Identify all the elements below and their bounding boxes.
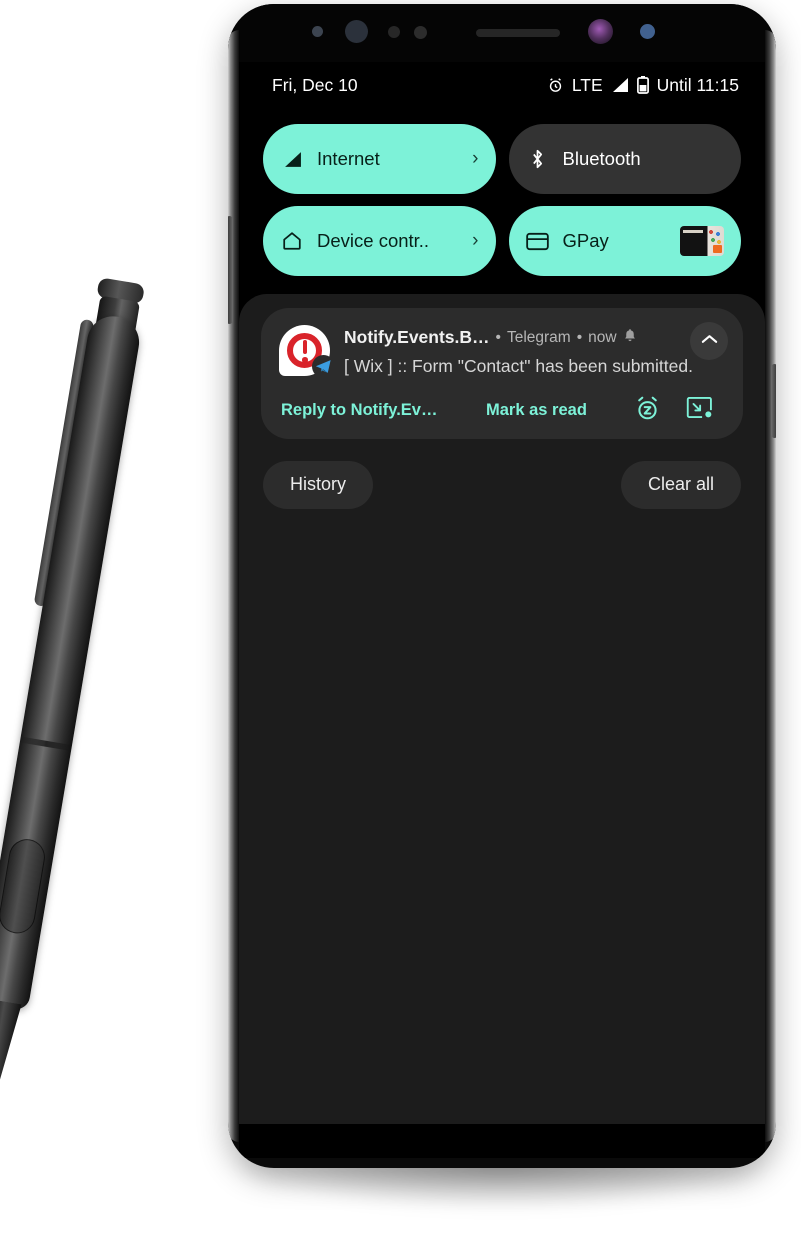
notification-content: Notify.Events.B… • Telegram • now [Wix … [344, 325, 725, 379]
home-icon [280, 230, 304, 252]
clear-all-button[interactable]: Clear all [620, 460, 741, 509]
signal-triangle-icon [280, 151, 304, 168]
light-sensor-icon [388, 26, 400, 38]
notification-snooze-button[interactable] [621, 395, 673, 427]
notification-header: Notify.Events.B… • Telegram • now [344, 327, 725, 348]
notification-header-row: Notify.Events.B… • Telegram • now [Wix … [279, 325, 725, 379]
notification-title: Notify.Events.B… [344, 327, 490, 347]
led-indicator-icon [640, 24, 655, 39]
credit-card-icon [526, 232, 550, 251]
proximity-sensor-icon [312, 26, 323, 37]
notification-time: now [588, 328, 617, 346]
status-bar: Fri, Dec 10 LTE Until 11:15 [239, 62, 765, 108]
earpiece-speaker [476, 29, 560, 37]
battery-icon [636, 76, 649, 94]
notification-bubble-button[interactable] [673, 396, 725, 425]
minimize-bubble-icon [686, 396, 713, 425]
phone-screen: Fri, Dec 10 LTE Until 11:15 Internet › B… [239, 62, 765, 1158]
separator: • [576, 328, 583, 346]
notification-actions: Reply to Notify.Ev… Mark as read [279, 395, 725, 427]
qs-tile-label: Device contr.. [317, 230, 430, 251]
qs-tile-label: GPay [562, 230, 609, 251]
notification-collapse-button[interactable] [690, 322, 728, 360]
stylus-seam [19, 736, 73, 752]
front-camera-icon [588, 19, 613, 44]
notification-app-name: Telegram [506, 328, 571, 346]
s-pen-stylus [0, 277, 240, 1165]
notification-card[interactable]: Notify.Events.B… • Telegram • now [Wix … [261, 308, 743, 439]
volume-button[interactable] [228, 216, 233, 324]
chevron-up-icon [700, 332, 719, 350]
ir-sensor-icon [414, 26, 427, 39]
power-button[interactable] [771, 364, 776, 438]
qs-tile-internet[interactable]: Internet › [263, 124, 496, 194]
phone-right-rail [765, 30, 776, 1142]
alarm-clock-icon [547, 77, 564, 94]
signal-triangle-icon [611, 77, 629, 93]
telegram-icon [312, 355, 335, 378]
phone-top-bezel [228, 4, 776, 62]
notification-mark-as-read-button[interactable]: Mark as read [486, 401, 621, 420]
gpay-card-art [708, 229, 721, 245]
battery-status-label: Until 11:15 [656, 74, 739, 95]
qs-tile-gpay[interactable]: GPay [508, 206, 741, 276]
qs-tile-label: Internet [317, 148, 380, 169]
bluetooth-icon [526, 148, 550, 170]
network-type-label: LTE [571, 74, 603, 95]
stylus-clip [33, 318, 95, 607]
scene: Fri, Dec 10 LTE Until 11:15 Internet › B… [0, 0, 801, 1246]
history-button[interactable]: History [263, 460, 374, 509]
status-bar-date: Fri, Dec 10 [272, 74, 358, 95]
notify-events-icon [279, 325, 335, 378]
bell-icon [623, 327, 637, 348]
notification-shade: Notify.Events.B… • Telegram • now [Wix … [239, 294, 765, 1124]
stylus-cap [96, 277, 146, 305]
chevron-right-icon[interactable]: › [472, 148, 478, 170]
qs-tile-bluetooth[interactable]: Bluetooth [508, 124, 741, 194]
phone-left-rail [228, 30, 239, 1142]
snooze-alarm-icon [634, 395, 661, 427]
shade-button-row: History Clear all [261, 460, 743, 509]
stylus-button [0, 836, 48, 937]
qs-tile-label: Bluetooth [562, 148, 641, 169]
phone-device: Fri, Dec 10 LTE Until 11:15 Internet › B… [228, 4, 776, 1168]
chevron-right-icon[interactable]: › [472, 230, 478, 252]
stylus-collar [95, 295, 141, 336]
gpay-card-thumbnail[interactable] [680, 226, 724, 256]
stylus-body [0, 312, 144, 1012]
iris-sensor-icon [345, 20, 368, 43]
separator: • [495, 328, 501, 346]
stylus-tip [0, 998, 22, 1123]
quick-settings-grid: Internet › Bluetooth Device contr.. › GP… [239, 108, 765, 276]
notification-text: [ Wix ] :: Form "Contact" has been submi… [344, 356, 693, 376]
notification-reply-button[interactable]: Reply to Notify.Ev… [281, 401, 486, 420]
qs-tile-device-controls[interactable]: Device contr.. › [263, 206, 496, 276]
status-bar-icons: LTE Until 11:15 [547, 75, 739, 96]
